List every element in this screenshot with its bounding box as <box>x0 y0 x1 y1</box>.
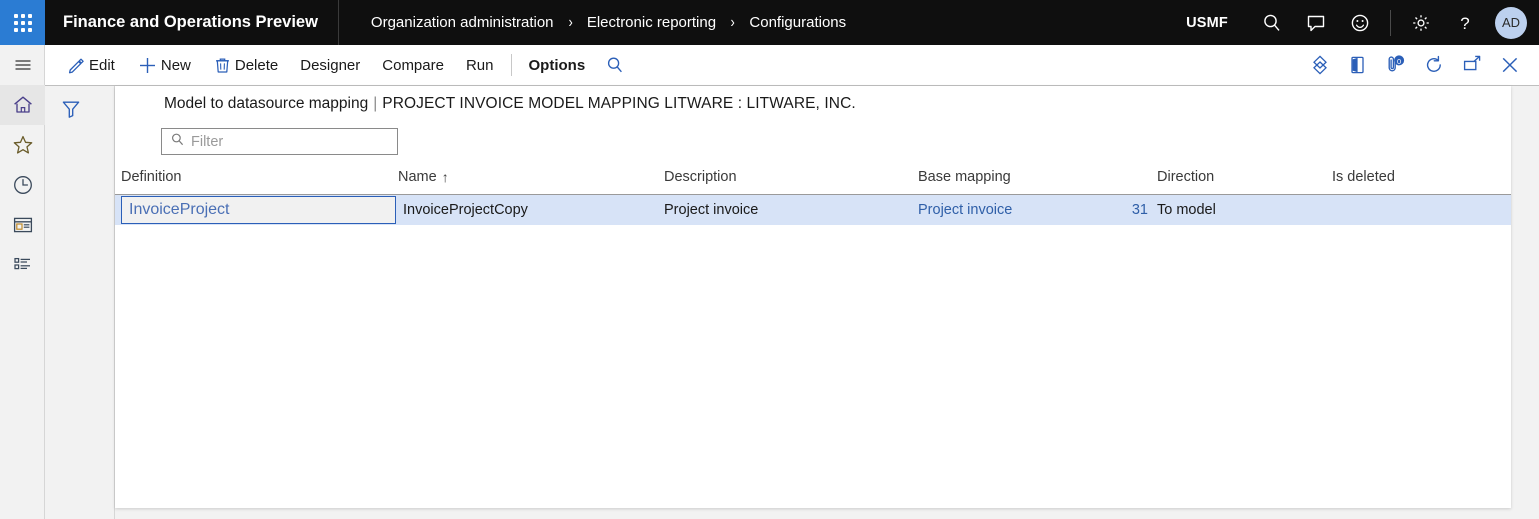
cell-description-text: Project invoice <box>664 202 758 218</box>
cell-base-mapping[interactable]: Project invoice <box>918 195 1093 225</box>
workspace: Model to datasource mapping | PROJECT INVO… <box>46 86 1539 519</box>
filter-funnel-icon[interactable] <box>60 98 82 125</box>
column-header-description-label: Description <box>664 169 737 185</box>
close-icon[interactable] <box>1491 45 1529 86</box>
popout-icon[interactable] <box>1453 45 1491 86</box>
cell-name[interactable]: InvoiceProjectCopy <box>396 195 664 225</box>
sidebar-item-favorites[interactable] <box>0 125 45 165</box>
edit-button[interactable]: Edit <box>56 45 126 86</box>
cell-description[interactable]: Project invoice <box>664 195 918 225</box>
sort-ascending-icon: ↑ <box>442 170 449 184</box>
page-title: Model to datasource mapping | PROJECT INVO… <box>164 95 856 113</box>
toolbar-divider <box>511 54 512 76</box>
chevron-right-icon: › <box>568 14 572 32</box>
app-title: Finance and Operations Preview <box>45 13 338 32</box>
column-header-base-mapping-label: Base mapping <box>918 169 1011 185</box>
breadcrumb-item-electronic-reporting[interactable]: Electronic reporting <box>587 14 716 31</box>
toolbar-buttons: Edit New Delete Designer Compare Run O <box>0 45 634 86</box>
data-grid: Definition Name ↑ Description Base mappi… <box>115 168 1511 225</box>
chevron-right-icon: › <box>731 14 735 32</box>
compare-button-label: Compare <box>382 57 444 74</box>
content-card: Model to datasource mapping | PROJECT INVO… <box>115 86 1511 508</box>
open-in-office-icon[interactable] <box>1339 45 1377 86</box>
designer-button[interactable]: Designer <box>289 45 371 86</box>
filter-pane-rail <box>46 86 115 519</box>
cell-name-text: InvoiceProjectCopy <box>403 202 528 218</box>
filter-input-wrapper[interactable] <box>161 128 398 155</box>
breadcrumb: Organization administration › Electronic… <box>339 14 846 32</box>
sidebar-item-workspaces[interactable] <box>0 205 45 245</box>
new-button[interactable]: New <box>126 45 202 86</box>
cell-base-mapping-number[interactable]: 31 <box>1093 195 1157 225</box>
refresh-icon[interactable] <box>1415 45 1453 86</box>
column-header-is-deleted[interactable]: Is deleted <box>1332 168 1502 185</box>
settings-gear-icon[interactable] <box>1399 0 1443 45</box>
attachment-count-text: 0 <box>1397 57 1401 66</box>
cell-direction-text: To model <box>1157 202 1216 218</box>
topbar-icon-divider <box>1390 10 1391 36</box>
company-selector[interactable]: USMF <box>1186 15 1228 31</box>
page-title-main: Model to datasource mapping <box>164 95 368 112</box>
delete-button-label: Delete <box>235 57 278 74</box>
column-header-name-label: Name <box>398 169 437 185</box>
run-button-label: Run <box>466 57 494 74</box>
column-header-direction-label: Direction <box>1157 169 1214 185</box>
top-navigation-bar: Finance and Operations Preview Organizat… <box>0 0 1539 45</box>
waffle-icon <box>14 14 32 32</box>
compare-button[interactable]: Compare <box>371 45 455 86</box>
column-header-name[interactable]: Name ↑ <box>398 168 664 185</box>
page-title-separator: | <box>373 95 377 112</box>
topbar-actions: USMF ? AD <box>1186 0 1539 45</box>
breadcrumb-item-configurations[interactable]: Configurations <box>749 14 846 31</box>
cell-is-deleted[interactable] <box>1332 195 1502 225</box>
table-row[interactable]: InvoiceProject InvoiceProjectCopy Projec… <box>115 195 1511 225</box>
breadcrumb-item-organization-administration[interactable]: Organization administration <box>371 14 554 31</box>
sidebar-item-home[interactable] <box>0 85 45 125</box>
avatar[interactable]: AD <box>1495 7 1527 39</box>
cell-base-mapping-number-text: 31 <box>1132 202 1148 218</box>
search-icon[interactable] <box>1250 0 1294 45</box>
search-icon <box>170 132 185 152</box>
sidebar-item-recent[interactable] <box>0 165 45 205</box>
new-button-label: New <box>161 57 191 74</box>
toolbar-right-icons: 0 <box>1301 45 1539 86</box>
action-pane-toolbar: Edit New Delete Designer Compare Run O <box>0 45 1539 86</box>
help-icon[interactable]: ? <box>1443 0 1487 45</box>
run-button[interactable]: Run <box>455 45 505 86</box>
grid-header-row: Definition Name ↑ Description Base mappi… <box>115 168 1511 195</box>
column-header-base-mapping[interactable]: Base mapping <box>918 168 1157 185</box>
designer-button-label: Designer <box>300 57 360 74</box>
filter-input[interactable] <box>191 134 381 150</box>
options-button[interactable]: Options <box>518 45 597 86</box>
column-header-definition[interactable]: Definition <box>121 168 398 185</box>
toolbar-search-icon[interactable] <box>596 45 634 86</box>
hamburger-menu-icon[interactable] <box>0 45 45 85</box>
cell-base-mapping-text: Project invoice <box>918 202 1012 218</box>
svg-text:?: ? <box>1460 14 1469 33</box>
attachments-icon[interactable]: 0 <box>1377 45 1415 86</box>
app-root: Finance and Operations Preview Organizat… <box>0 0 1539 519</box>
edit-button-label: Edit <box>89 57 115 74</box>
delete-button[interactable]: Delete <box>202 45 289 86</box>
smiley-icon[interactable] <box>1338 0 1382 45</box>
options-button-label: Options <box>529 57 586 74</box>
share-diamond-icon[interactable] <box>1301 45 1339 86</box>
app-launcher-button[interactable] <box>0 0 45 45</box>
cell-definition[interactable]: InvoiceProject <box>121 196 396 224</box>
page-title-sub: PROJECT INVOICE MODEL MAPPING LITWARE : … <box>382 95 856 112</box>
cell-definition-text: InvoiceProject <box>129 201 230 219</box>
column-header-is-deleted-label: Is deleted <box>1332 169 1395 185</box>
sidebar-item-modules[interactable] <box>0 245 45 285</box>
column-header-direction[interactable]: Direction <box>1157 168 1332 185</box>
cell-direction[interactable]: To model <box>1157 195 1332 225</box>
feedback-icon[interactable] <box>1294 0 1338 45</box>
column-header-definition-label: Definition <box>121 169 181 185</box>
column-header-description[interactable]: Description <box>664 168 918 185</box>
left-navigation-rail <box>0 45 45 519</box>
